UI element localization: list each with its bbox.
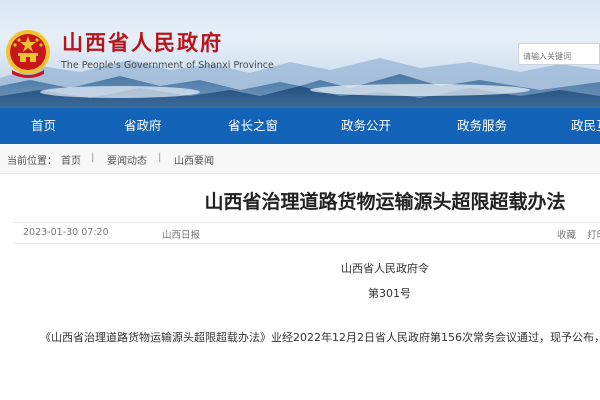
breadcrumb: 当前位置： 首页 | 要闻动态 | 山西要闻 xyxy=(0,144,600,174)
nav-item-government-services[interactable]: 政务服务 xyxy=(457,108,507,144)
decree-number: 第301号 xyxy=(368,287,411,300)
article-title: 山西省治理道路货物运输源头超限超载办法 xyxy=(204,191,566,213)
favorite-button[interactable]: 收藏 xyxy=(557,227,576,241)
nav-item-interaction[interactable]: 政民互 xyxy=(571,108,600,144)
breadcrumb-separator: | xyxy=(91,152,95,163)
breadcrumb-label: 当前位置： xyxy=(7,156,57,167)
site-header-banner: 山西省人民政府 The People's Government of Shanx… xyxy=(0,0,600,108)
nav-item-home[interactable]: 首页 xyxy=(31,108,56,144)
breadcrumb-item-news[interactable]: 要闻动态 xyxy=(107,152,147,167)
nav-item-governor-window[interactable]: 省长之窗 xyxy=(228,108,278,144)
breadcrumb-item-home[interactable]: 首页 xyxy=(61,152,81,167)
site-subtitle: The People's Government of Shanxi Provin… xyxy=(61,60,274,71)
nav-item-government[interactable]: 省政府 xyxy=(124,108,162,144)
site-title: 山西省人民政府 xyxy=(62,31,223,55)
article-paragraph: 《山西省治理道路货物运输源头超限超载办法》业经2022年12月2日省人民政府第1… xyxy=(40,331,600,344)
decree-issuer: 山西省人民政府令 xyxy=(341,262,429,275)
national-emblem-icon xyxy=(6,30,50,78)
article-date: 2023-01-30 07:20 xyxy=(23,227,109,238)
breadcrumb-separator: | xyxy=(158,152,162,163)
nav-item-government-affairs[interactable]: 政务公开 xyxy=(341,108,391,144)
article-meta-bar: 2023-01-30 07:20 山西日报 收藏 打印 xyxy=(13,222,600,244)
print-button[interactable]: 打印 xyxy=(587,227,600,241)
main-nav: 首页 省政府 省长之窗 政务公开 政务服务 政民互 xyxy=(0,108,600,144)
article-source: 山西日报 xyxy=(162,230,201,241)
search-input[interactable] xyxy=(519,46,600,67)
search-box[interactable] xyxy=(518,43,600,67)
breadcrumb-item-shanxi-news[interactable]: 山西要闻 xyxy=(174,152,214,167)
